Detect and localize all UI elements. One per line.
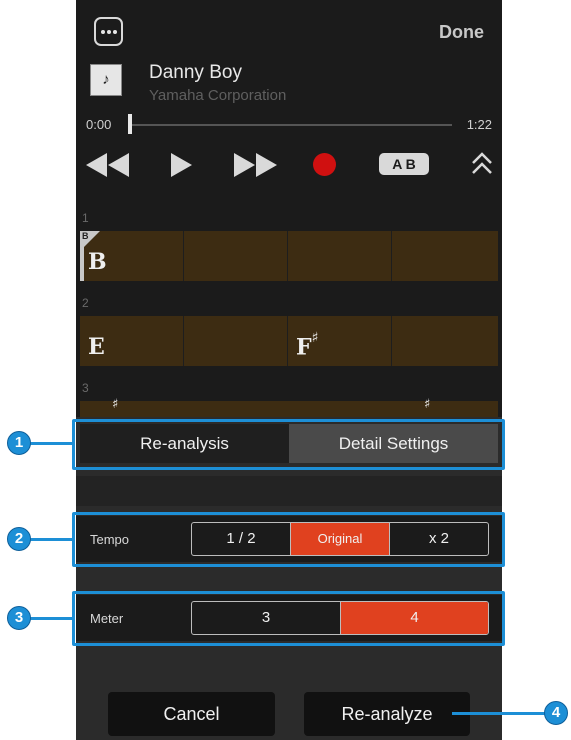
chord-symbol: E bbox=[88, 334, 105, 360]
music-note-icon: ♪ bbox=[90, 64, 122, 96]
collapse-chevron-icon[interactable] bbox=[471, 151, 493, 177]
callout-number-3: 3 bbox=[7, 606, 31, 630]
chord-cell[interactable] bbox=[184, 231, 288, 281]
chord-bar-row[interactable]: B B bbox=[80, 231, 498, 281]
transport-controls: A B bbox=[76, 145, 502, 185]
current-time: 0:00 bbox=[86, 117, 112, 132]
chord-cell[interactable] bbox=[288, 231, 392, 281]
callout-line-2 bbox=[30, 538, 73, 541]
callout-line-4 bbox=[452, 712, 547, 715]
bar-number: 1 bbox=[82, 211, 89, 225]
cancel-button[interactable]: Cancel bbox=[108, 692, 275, 736]
callout-box-2 bbox=[72, 512, 505, 567]
total-time: 1:22 bbox=[466, 117, 492, 132]
callout-box-3 bbox=[72, 591, 505, 646]
chord-cell[interactable]: F♯ bbox=[288, 316, 392, 366]
record-icon[interactable] bbox=[313, 153, 336, 176]
section-label: B bbox=[82, 231, 89, 241]
progress-thumb[interactable] bbox=[128, 114, 132, 134]
chord-chart: 1 B B 2 E F♯ 3 ♯ ♯ bbox=[76, 205, 502, 421]
chord-symbol: F♯ bbox=[296, 330, 319, 361]
chord-cell[interactable]: B B bbox=[80, 231, 184, 281]
callout-number-4: 4 bbox=[544, 701, 568, 725]
fast-forward-icon[interactable] bbox=[234, 153, 278, 177]
callout-number-2: 2 bbox=[7, 527, 31, 551]
chord-symbol: ♯ bbox=[112, 397, 119, 412]
chord-cell[interactable] bbox=[392, 316, 496, 366]
bar-number: 3 bbox=[82, 381, 89, 395]
top-bar: Done bbox=[76, 0, 502, 62]
done-button[interactable]: Done bbox=[439, 22, 484, 43]
progress-track[interactable] bbox=[130, 124, 452, 126]
chord-symbol: B bbox=[88, 249, 107, 275]
re-analyze-button[interactable]: Re-analyze bbox=[304, 692, 470, 736]
chord-cell[interactable]: E bbox=[80, 316, 184, 366]
ab-repeat-icon[interactable]: A B bbox=[379, 153, 429, 175]
chord-cell[interactable] bbox=[184, 316, 288, 366]
chord-bar-row[interactable]: E F♯ bbox=[80, 316, 498, 366]
chord-symbol: ♯ bbox=[424, 397, 431, 412]
callout-box-1 bbox=[72, 419, 505, 470]
play-icon[interactable] bbox=[171, 153, 193, 177]
callout-line-1 bbox=[30, 442, 73, 445]
rewind-icon[interactable] bbox=[86, 153, 130, 177]
more-dots-icon[interactable] bbox=[94, 17, 123, 46]
chord-cell[interactable] bbox=[392, 231, 496, 281]
callout-line-3 bbox=[30, 617, 73, 620]
song-artist: Yamaha Corporation bbox=[149, 87, 287, 104]
bar-number: 2 bbox=[82, 296, 89, 310]
song-title: Danny Boy bbox=[149, 62, 242, 83]
panel-spacer bbox=[76, 476, 502, 506]
callout-number-1: 1 bbox=[7, 431, 31, 455]
